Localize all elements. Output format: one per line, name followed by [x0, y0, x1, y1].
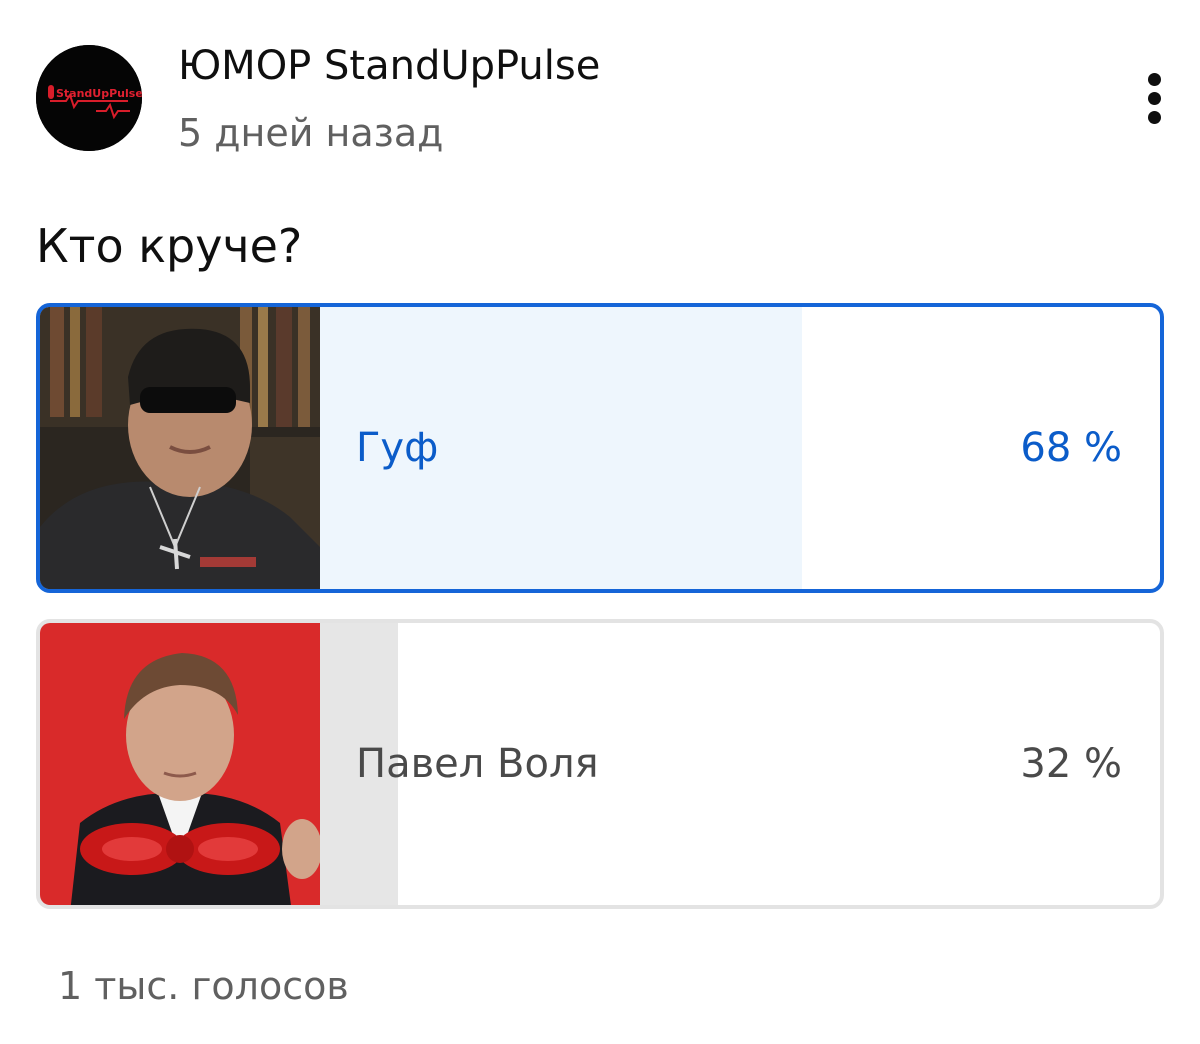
- option-thumbnail-pavel-volya: [40, 623, 320, 905]
- pavel-volya-photo-icon: [40, 623, 320, 905]
- poll-question: Кто круче?: [36, 219, 303, 273]
- vote-count: 1 тыс. голосов: [58, 964, 349, 1008]
- more-options-button[interactable]: [1128, 68, 1180, 128]
- option-label: Гуф: [356, 425, 439, 471]
- more-vertical-icon-dot: [1147, 110, 1161, 124]
- option-label: Павел Воля: [356, 741, 599, 787]
- post-timestamp: 5 дней назад: [178, 111, 444, 155]
- option-percent: 32 %: [1020, 741, 1122, 787]
- more-vertical-icon: [1147, 72, 1161, 86]
- standuppulse-logo-icon: StandUpPulse: [36, 45, 142, 151]
- svg-text:StandUpPulse: StandUpPulse: [56, 87, 142, 100]
- channel-avatar[interactable]: StandUpPulse: [36, 45, 142, 151]
- poll-option-pavel-volya[interactable]: Павел Воля 32 %: [36, 619, 1164, 909]
- post-header: StandUpPulse ЮМОР StandUpPulse 5 дней на…: [0, 0, 1200, 180]
- poll-option-guf[interactable]: Гуф 68 %: [36, 303, 1164, 593]
- option-thumbnail-guf: [40, 307, 320, 589]
- guf-photo-icon: [40, 307, 320, 589]
- option-percent: 68 %: [1020, 425, 1122, 471]
- more-vertical-icon-dot: [1147, 91, 1161, 105]
- channel-name[interactable]: ЮМОР StandUpPulse: [178, 40, 600, 92]
